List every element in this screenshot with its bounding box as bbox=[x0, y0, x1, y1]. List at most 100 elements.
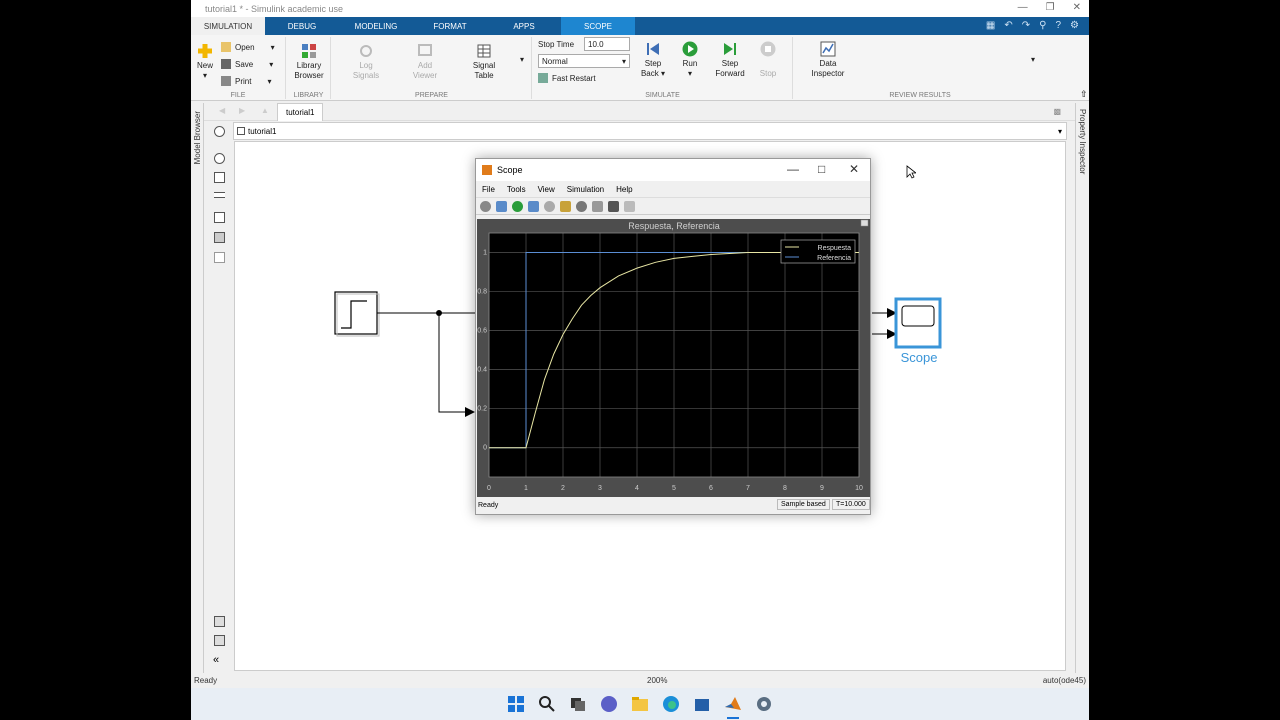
maximize-icon[interactable]: ❐ bbox=[1046, 2, 1055, 13]
highlight-icon[interactable] bbox=[560, 200, 571, 212]
step-back-icon bbox=[647, 43, 659, 55]
step-back-icon[interactable] bbox=[496, 200, 507, 212]
review-expand-icon[interactable]: ▾ bbox=[1031, 55, 1035, 64]
undo-icon[interactable]: ↶ bbox=[1004, 20, 1012, 31]
pin-icon[interactable]: ⇧ bbox=[1080, 89, 1088, 100]
close-icon[interactable]: ✕ bbox=[1073, 2, 1081, 13]
run-button[interactable]: Run ▾ bbox=[677, 41, 703, 79]
stop-time-input[interactable]: 10.0 bbox=[584, 37, 630, 51]
folder-icon bbox=[221, 42, 231, 52]
camera-icon[interactable] bbox=[214, 616, 225, 627]
tab-tutorial1[interactable]: tutorial1 bbox=[277, 103, 324, 121]
triggers-icon[interactable] bbox=[608, 200, 619, 212]
help-icon[interactable]: ? bbox=[1055, 20, 1061, 31]
back-icon[interactable]: ◀ bbox=[219, 106, 225, 115]
scope-block-label[interactable]: Scope bbox=[891, 350, 947, 365]
chevron-down-icon[interactable]: ▾ bbox=[1058, 127, 1062, 136]
menu-view[interactable]: View bbox=[538, 185, 555, 194]
hide-icon[interactable]: ▩ bbox=[1053, 107, 1061, 116]
step-forward-button[interactable]: Step Forward bbox=[713, 41, 747, 79]
run-icon[interactable] bbox=[512, 200, 523, 212]
settings-icon[interactable]: ⚙ bbox=[1070, 20, 1079, 31]
zoom-icon[interactable] bbox=[214, 153, 225, 164]
menu-help[interactable]: Help bbox=[616, 185, 632, 194]
data-inspector-button[interactable]: Data Inspector bbox=[805, 41, 851, 79]
stop-button[interactable]: Stop bbox=[755, 41, 781, 79]
save-button[interactable]: Save ▾ bbox=[221, 59, 273, 69]
settings-icon[interactable] bbox=[480, 200, 491, 212]
simulation-mode-select[interactable]: Normal ▾ bbox=[538, 54, 630, 68]
log-signals-button[interactable]: Log Signals bbox=[346, 43, 386, 81]
chat-icon[interactable] bbox=[600, 695, 618, 713]
legend-label: Referencia bbox=[817, 255, 851, 262]
matlab-icon[interactable] bbox=[724, 695, 742, 713]
up-icon[interactable]: ▲ bbox=[261, 106, 269, 115]
search-icon[interactable] bbox=[538, 695, 556, 713]
fast-restart-button[interactable]: Fast Restart bbox=[538, 73, 596, 83]
windows-start-icon[interactable] bbox=[507, 695, 525, 713]
property-inspector-label: Property Inspector bbox=[1078, 109, 1087, 175]
edge-icon[interactable] bbox=[662, 695, 680, 713]
new-button[interactable]: New ▾ bbox=[194, 43, 216, 81]
menu-file[interactable]: File bbox=[482, 185, 495, 194]
hide-show-icon[interactable] bbox=[214, 126, 225, 137]
address-bar[interactable]: tutorial1 ▾ bbox=[233, 122, 1067, 140]
print-button[interactable]: Print ▾ bbox=[221, 76, 271, 86]
edit-icon[interactable] bbox=[624, 200, 635, 212]
scale-axes-icon[interactable] bbox=[592, 200, 603, 212]
store-icon[interactable] bbox=[693, 695, 711, 713]
tab-simulation[interactable]: SIMULATION bbox=[191, 17, 265, 35]
stop-icon bbox=[760, 41, 776, 57]
arrows-icon[interactable] bbox=[214, 192, 225, 198]
library-browser-button[interactable]: Library Browser bbox=[291, 43, 327, 81]
explorer-icon[interactable] bbox=[214, 635, 225, 646]
tab-modeling[interactable]: MODELING bbox=[339, 17, 413, 35]
open-button[interactable]: Open ▾ bbox=[221, 42, 275, 52]
branch-line[interactable] bbox=[438, 313, 467, 413]
property-inspector-strip[interactable]: ⇧ Property Inspector bbox=[1075, 89, 1089, 673]
annotation-icon[interactable] bbox=[214, 212, 225, 223]
maximize-icon[interactable]: □ bbox=[818, 162, 825, 176]
active-indicator bbox=[727, 717, 739, 719]
step-back-button[interactable]: Step Back ▾ bbox=[638, 41, 668, 79]
tab-debug[interactable]: DEBUG bbox=[265, 17, 339, 35]
tab-format[interactable]: FORMAT bbox=[413, 17, 487, 35]
scope-window: Scope — □ ✕ File Tools View Simulation H… bbox=[475, 158, 871, 515]
zoom-icon[interactable] bbox=[576, 200, 587, 212]
file-group-label: FILE bbox=[230, 92, 246, 99]
prepare-expand-icon[interactable]: ▾ bbox=[520, 55, 524, 64]
model-browser-strip[interactable]: Model Browser bbox=[191, 103, 204, 673]
log-signals-icon bbox=[360, 45, 372, 57]
forward-icon[interactable]: ▶ bbox=[239, 106, 245, 115]
add-viewer-button[interactable]: Add Viewer bbox=[405, 43, 445, 81]
file-explorer-icon[interactable] bbox=[631, 695, 649, 713]
save-icon[interactable]: ▦ bbox=[986, 20, 995, 31]
search-icon[interactable]: ⚲ bbox=[1039, 20, 1046, 31]
x-tick-label: 4 bbox=[635, 485, 639, 492]
minimize-icon[interactable]: — bbox=[787, 162, 799, 176]
prepare-group-label: PREPARE bbox=[415, 92, 448, 99]
close-icon[interactable]: ✕ bbox=[849, 162, 859, 176]
task-view-icon[interactable] bbox=[569, 695, 587, 713]
menu-tools[interactable]: Tools bbox=[507, 185, 526, 194]
step-forward-icon[interactable] bbox=[528, 200, 539, 212]
scope-status: Ready bbox=[478, 502, 499, 509]
tab-scope[interactable]: SCOPE bbox=[561, 17, 635, 35]
solver-status[interactable]: auto(ode45) bbox=[1043, 676, 1086, 685]
fit-view-icon[interactable] bbox=[214, 172, 225, 183]
signal-table-button[interactable]: Signal Table bbox=[464, 43, 504, 81]
stop-icon[interactable] bbox=[544, 200, 555, 212]
plot-area[interactable]: Respuesta, Referencia 0 1 2 3 4 5 6 7 8 9 10 0 0.2 0.4… bbox=[477, 219, 870, 497]
tab-apps[interactable]: APPS bbox=[487, 17, 561, 35]
menu-simulation[interactable]: Simulation bbox=[567, 185, 604, 194]
image-icon[interactable] bbox=[214, 232, 225, 243]
minimize-icon[interactable]: — bbox=[1018, 2, 1028, 13]
settings-icon[interactable] bbox=[755, 695, 773, 713]
undock-icon[interactable] bbox=[860, 219, 869, 227]
taskbar bbox=[191, 688, 1089, 720]
collapse-icon[interactable]: « bbox=[213, 654, 219, 666]
x-tick-label: 1 bbox=[524, 485, 528, 492]
chevron-down-icon: ▾ bbox=[621, 57, 626, 66]
redo-icon[interactable]: ↷ bbox=[1022, 20, 1030, 31]
area-icon[interactable] bbox=[214, 252, 225, 263]
